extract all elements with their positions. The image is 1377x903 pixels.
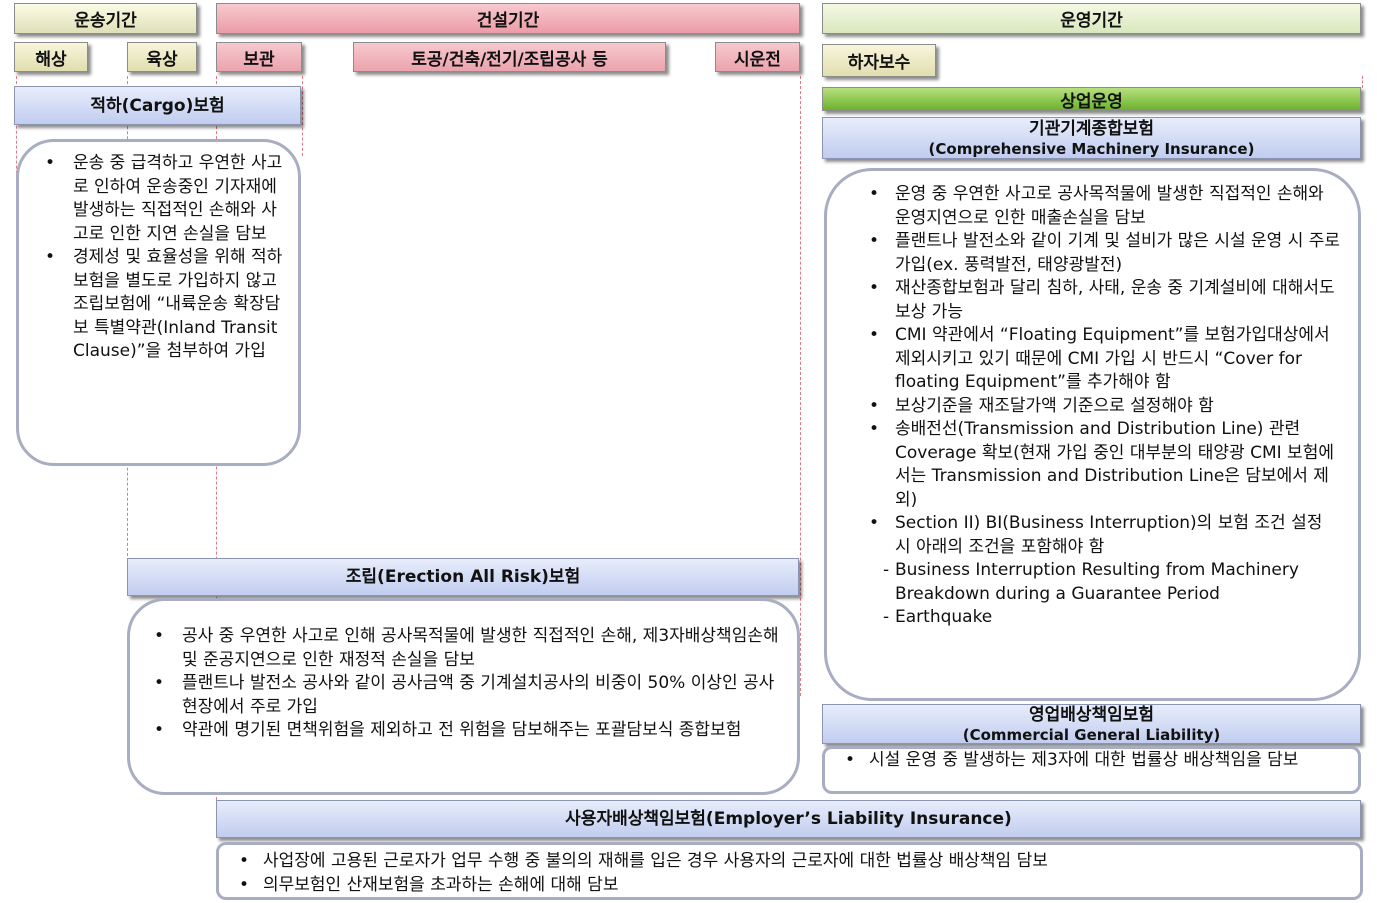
list-item: 경제성 및 효율성을 위해 적하보험을 별도로 가입하지 않고 조립보험에 “내… [31, 246, 286, 364]
cmi-insurance-title: 기관기계종합보험 [1028, 119, 1155, 139]
guide-line [1362, 76, 1363, 88]
stage-land: 육상 [127, 42, 197, 72]
list-item: Section II) BI(Business Interruption)의 보… [843, 512, 1342, 559]
period-operation-label: 운영기간 [1060, 11, 1123, 31]
cmi-insurance-list: 운영 중 우연한 사고로 공사목적물에 발생한 직접적인 손해와 운영지연으로 … [843, 183, 1342, 630]
list-item: 사업장에 고용된 근로자가 업무 수행 중 불의의 재해를 입은 경우 사용자의… [233, 849, 1346, 873]
period-transport-label: 운송기간 [74, 11, 137, 31]
cargo-insurance-header: 적하(Cargo)보험 [14, 86, 301, 125]
employer-insurance-header: 사용자배상책임보험(Employer’s Liability Insurance… [216, 800, 1361, 838]
cargo-insurance-box: 운송 중 급격하고 우연한 사고로 인하여 운송중인 기자재에 발생하는 직접적… [16, 139, 301, 466]
list-item: 재산종합보험과 달리 침하, 사태, 운송 중 기계설비에 대해서도 보상 가능 [843, 277, 1342, 324]
guide-line [800, 76, 801, 696]
list-item: 운송 중 급격하고 우연한 사고로 인하여 운송중인 기자재에 발생하는 직접적… [31, 152, 286, 246]
cgl-insurance-header: 영업배상책임보험 (Commercial General Liability) [822, 704, 1361, 744]
guide-line [302, 76, 303, 156]
stage-storage: 보관 [216, 42, 302, 72]
erection-insurance-box: 공사 중 우연한 사고로 인해 공사목적물에 발생한 직접적인 손해, 제3자배… [127, 598, 800, 795]
period-operation: 운영기간 [822, 3, 1361, 34]
cgl-insurance-subtitle: (Commercial General Liability) [962, 726, 1221, 744]
stage-land-label: 육상 [146, 49, 178, 70]
list-item: 플랜트나 발전소 공사와 같이 공사금액 중 기계설치공사의 비중이 50% 이… [144, 672, 783, 719]
list-item: 플랜트나 발전소와 같이 기계 및 설비가 많은 시설 운영 시 주로 가입(e… [843, 230, 1342, 277]
list-item: 보상기준을 재조달가액 기준으로 설정해야 함 [843, 395, 1342, 419]
cmi-insurance-box: 운영 중 우연한 사고로 공사목적물에 발생한 직접적인 손해와 운영지연으로 … [824, 168, 1361, 701]
cmi-insurance-subtitle: (Comprehensive Machinery Insurance) [928, 140, 1255, 158]
list-item: 공사 중 우연한 사고로 인해 공사목적물에 발생한 직접적인 손해, 제3자배… [144, 625, 783, 672]
period-construction: 건설기간 [216, 3, 800, 34]
stage-commercial-operation-label: 상업운영 [1060, 91, 1123, 112]
list-item: 의무보험인 산재보험을 초과하는 손해에 대해 담보 [233, 873, 1346, 897]
list-sub-item: Earthquake [843, 606, 1342, 630]
list-item: CMI 약관에서 “Floating Equipment”를 보험가입대상에서 … [843, 324, 1342, 395]
list-item: 송배전선(Transmission and Distribution Line)… [843, 418, 1342, 512]
cgl-insurance-title: 영업배상책임보험 [1028, 705, 1155, 725]
cargo-insurance-title: 적하(Cargo)보험 [90, 95, 225, 116]
stage-works: 토공/건축/전기/조립공사 등 [353, 42, 666, 72]
stage-sea: 해상 [14, 42, 88, 72]
erection-insurance-title: 조립(Erection All Risk)보험 [345, 567, 581, 587]
list-sub-item: Business Interruption Resulting from Mac… [843, 559, 1342, 606]
period-transport: 운송기간 [14, 3, 197, 34]
erection-insurance-header: 조립(Erection All Risk)보험 [127, 558, 799, 596]
stage-storage-label: 보관 [243, 49, 275, 70]
cargo-insurance-list: 운송 중 급격하고 우연한 사고로 인하여 운송중인 기자재에 발생하는 직접적… [31, 152, 286, 364]
stage-commercial-operation: 상업운영 [822, 87, 1361, 112]
period-construction-label: 건설기간 [476, 11, 540, 31]
stage-commissioning-label: 시운전 [734, 49, 781, 70]
stage-commissioning: 시운전 [715, 42, 800, 72]
stage-defect-repair-label: 하자보수 [847, 53, 911, 73]
stage-defect-repair: 하자보수 [822, 44, 936, 77]
list-item: 운영 중 우연한 사고로 공사목적물에 발생한 직접적인 손해와 운영지연으로 … [843, 183, 1342, 230]
employer-insurance-list: 사업장에 고용된 근로자가 업무 수행 중 불의의 재해를 입은 경우 사용자의… [233, 849, 1346, 897]
cgl-insurance-box: 시설 운영 중 발생하는 제3자에 대한 법률상 배상책임을 담보 [822, 746, 1361, 794]
employer-insurance-box: 사업장에 고용된 근로자가 업무 수행 중 불의의 재해를 입은 경우 사용자의… [216, 842, 1363, 900]
list-item: 약관에 명기된 면책위험을 제외하고 전 위험을 담보해주는 포괄담보식 종합보… [144, 719, 783, 743]
stage-works-label: 토공/건축/전기/조립공사 등 [411, 49, 608, 70]
list-item: 시설 운영 중 발생하는 제3자에 대한 법률상 배상책임을 담보 [839, 749, 1344, 772]
cgl-insurance-list: 시설 운영 중 발생하는 제3자에 대한 법률상 배상책임을 담보 [839, 749, 1344, 772]
erection-insurance-list: 공사 중 우연한 사고로 인해 공사목적물에 발생한 직접적인 손해, 제3자배… [144, 625, 783, 743]
stage-sea-label: 해상 [35, 49, 67, 70]
cmi-insurance-header: 기관기계종합보험 (Comprehensive Machinery Insura… [822, 117, 1361, 159]
employer-insurance-title: 사용자배상책임보험(Employer’s Liability Insurance… [565, 809, 1012, 829]
